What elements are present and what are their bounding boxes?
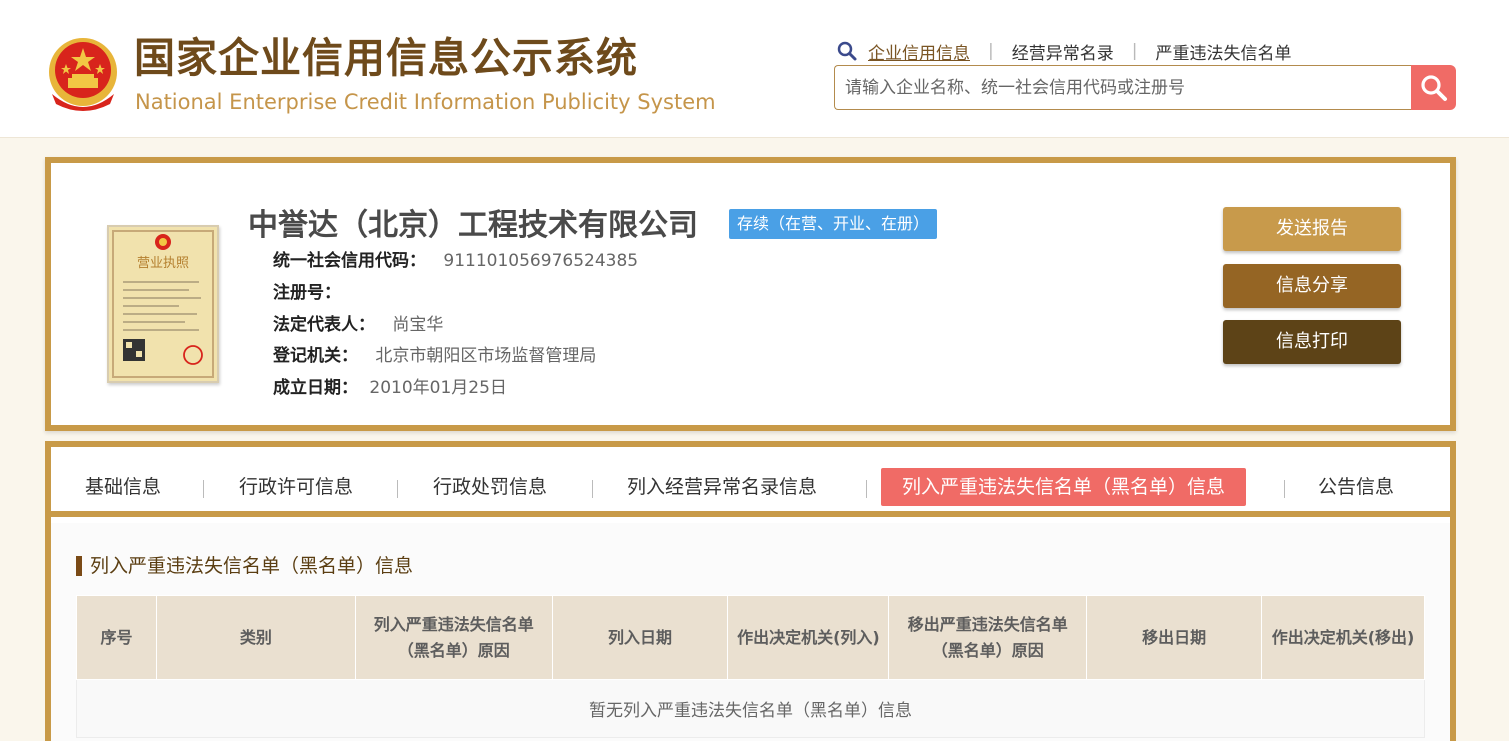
column-header: 移出日期 [1086,595,1263,680]
business-license-icon: 营业执照 [112,230,214,378]
nav-enterprise-credit-info[interactable]: 企业信用信息 [868,39,970,64]
national-emblem-icon [49,38,117,111]
establishment-date-label: 成立日期： [273,378,358,398]
tab-divider [397,480,398,498]
nav-divider: | [1131,41,1138,61]
credit-code-label: 统一社会信用代码： [273,251,426,271]
share-info-button[interactable]: 信息分享 [1223,264,1401,308]
nav-serious-violation-list[interactable]: 严重违法失信名单 [1155,39,1291,64]
registration-authority-row: 登记机关： 北京市朝阳区市场监督管理局 [273,342,596,370]
send-report-button[interactable]: 发送报告 [1223,207,1401,251]
nav-abnormal-operations-list[interactable]: 经营异常名录 [1012,39,1114,64]
column-header: 作出决定机关(列入) [727,595,890,680]
tab-administrative-license[interactable]: 行政许可信息 [239,468,353,506]
search-button[interactable] [1411,65,1456,110]
company-info-card: 营业执照 中誉达（北京）工程技术有限公司 存续（在营、开业、在册） 统一社会信用… [45,157,1456,431]
tab-bar: 基础信息 行政许可信息 行政处罚信息 列入经营异常名录信息 列入严重违法失信名单… [51,447,1450,517]
tab-divider [1284,480,1285,498]
search-input[interactable] [834,65,1412,110]
tab-basic-info[interactable]: 基础信息 [85,468,161,506]
empty-state-text: 暂无列入严重违法失信名单（黑名单）信息 [76,679,1425,738]
column-header: 移出严重违法失信名单（黑名单）原因 [888,595,1088,680]
detail-panel: 基础信息 行政许可信息 行政处罚信息 列入经营异常名录信息 列入严重违法失信名单… [45,441,1456,741]
blacklist-table: 序号 类别 列入严重违法失信名单（黑名单）原因 列入日期 作出决定机关(列入) … [76,595,1425,738]
table-header-row: 序号 类别 列入严重违法失信名单（黑名单）原因 列入日期 作出决定机关(列入) … [76,595,1425,680]
tab-content: 列入严重违法失信名单（黑名单）信息 序号 类别 列入严重违法失信名单（黑名单）原… [51,523,1450,741]
establishment-date-value: 2010年01月25日 [369,378,507,398]
tab-divider [592,480,593,498]
site-title-cn: 国家企业信用信息公示系统 [134,34,638,82]
registration-number-row: 注册号： [273,279,341,307]
legal-representative-row: 法定代表人： 尚宝华 [273,311,443,339]
license-title: 营业执照 [137,256,189,271]
search-icon [837,41,857,61]
section-title: 列入严重违法失信名单（黑名单）信息 [76,552,413,580]
column-header: 列入日期 [551,595,729,680]
tab-serious-violation-blacklist[interactable]: 列入严重违法失信名单（黑名单）信息 [881,468,1247,506]
business-license-image[interactable]: 营业执照 [107,225,219,383]
company-name: 中誉达（北京）工程技术有限公司 [248,208,698,243]
nav-divider: | [988,41,994,61]
tab-abnormal-operations[interactable]: 列入经营异常名录信息 [627,468,817,506]
site-header: 国家企业信用信息公示系统 National Enterprise Credit … [0,0,1509,138]
registration-number-label: 注册号： [273,283,341,303]
column-header: 序号 [76,595,157,680]
registration-authority-value: 北京市朝阳区市场监督管理局 [375,346,597,366]
tab-administrative-penalty[interactable]: 行政处罚信息 [433,468,547,506]
top-nav: 企业信用信息 | 经营异常名录 | 严重违法失信名单 [836,37,1291,65]
credit-code-row: 统一社会信用代码： 911101056976524385 [273,247,638,275]
table-row: 暂无列入严重违法失信名单（黑名单）信息 [76,679,1425,738]
column-header: 列入严重违法失信名单（黑名单）原因 [354,595,553,680]
status-badge: 存续（在营、开业、在册） [729,209,938,239]
site-title-en: National Enterprise Credit Information P… [135,90,716,114]
column-header: 类别 [155,595,356,680]
legal-representative-label: 法定代表人： [273,315,375,335]
column-header: 作出决定机关(移出) [1261,595,1425,680]
establishment-date-row: 成立日期： 2010年01月25日 [273,374,507,402]
tab-divider [203,480,204,498]
tab-divider [866,480,867,498]
legal-representative-value: 尚宝华 [392,315,444,335]
print-info-button[interactable]: 信息打印 [1223,320,1401,364]
registration-authority-label: 登记机关： [273,346,358,366]
credit-code-value: 911101056976524385 [443,251,639,271]
tab-announcements[interactable]: 公告信息 [1318,468,1394,506]
magnifier-icon [1420,74,1447,101]
